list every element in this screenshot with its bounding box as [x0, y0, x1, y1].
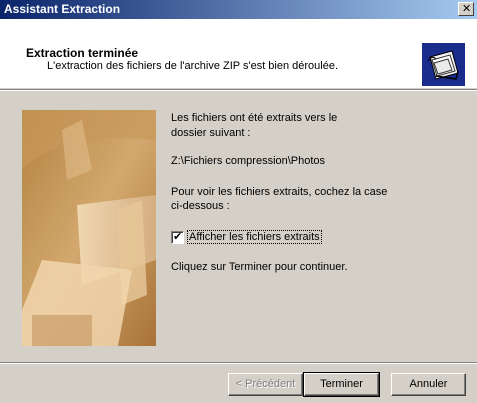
- page-title: Extraction terminée: [26, 46, 139, 60]
- footer-separator: [0, 362, 477, 364]
- finish-button[interactable]: Terminer: [303, 372, 380, 397]
- instruction-line1: Pour voir les fichiers extraits, cochez …: [171, 186, 388, 198]
- result-text-line2: dossier suivant :: [171, 127, 251, 139]
- close-button[interactable]: ✕: [458, 2, 474, 16]
- header-separator: [0, 89, 477, 91]
- extraction-wizard-window: Assistant Extraction ✕ Extraction termin…: [0, 0, 477, 403]
- cancel-button[interactable]: Annuler: [391, 373, 466, 396]
- finish-hint: Cliquez sur Terminer pour continuer.: [171, 261, 348, 273]
- show-files-checkbox-label[interactable]: Afficher les fichiers extraits: [187, 230, 322, 244]
- destination-path: Z:\Fichiers compression\Photos: [171, 155, 326, 167]
- checkmark-icon: ✔: [173, 230, 183, 243]
- instruction-line2: ci-dessous :: [171, 200, 230, 212]
- wizard-header: Extraction terminée L'extraction des fic…: [0, 19, 477, 88]
- window-title: Assistant Extraction: [4, 2, 121, 16]
- title-bar[interactable]: Assistant Extraction ✕: [0, 0, 477, 19]
- page-subtitle: L'extraction des fichiers de l'archive Z…: [47, 60, 339, 72]
- close-icon: ✕: [462, 2, 472, 15]
- show-files-checkbox[interactable]: ✔: [171, 230, 184, 244]
- back-button[interactable]: < Précédent: [228, 373, 303, 396]
- wizard-side-image: [22, 110, 156, 346]
- result-text-line1: Les fichiers ont été extraits vers le: [171, 112, 338, 124]
- folder-files-icon: [422, 43, 465, 86]
